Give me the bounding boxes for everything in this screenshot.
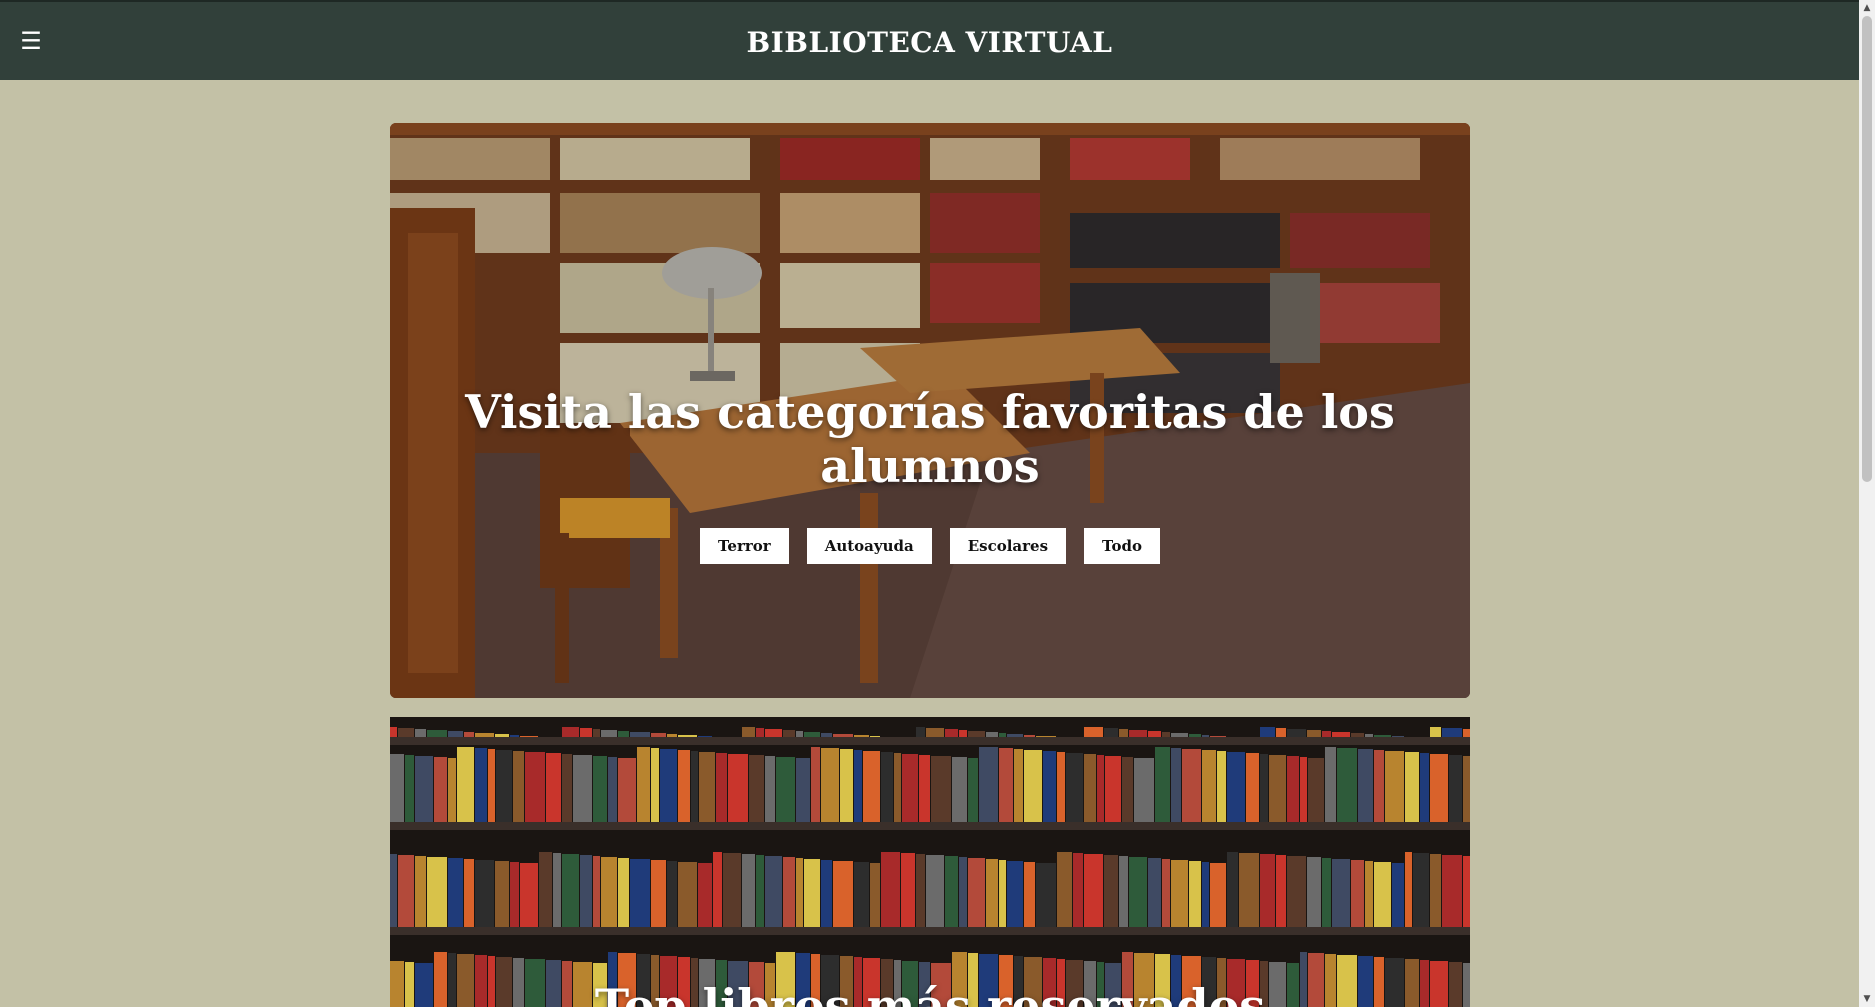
category-buttons: Terror Autoayuda Escolares Todo [390, 528, 1470, 564]
top-books-banner: Top libros más reservados [390, 717, 1470, 1007]
category-button-todo[interactable]: Todo [1084, 528, 1160, 564]
category-button-escolares[interactable]: Escolares [949, 528, 1067, 564]
hero-banner: Visita las categorías favoritas de los a… [390, 123, 1470, 698]
scroll-up-arrow-icon[interactable]: ▲ [1859, 0, 1875, 16]
vertical-scrollbar[interactable]: ▲ ▼ [1859, 0, 1875, 1007]
site-title: BIBLIOTECA VIRTUAL [746, 26, 1113, 59]
category-button-terror[interactable]: Terror [699, 528, 789, 564]
scroll-down-arrow-icon[interactable]: ▼ [1859, 991, 1875, 1007]
scrollbar-thumb[interactable] [1862, 16, 1872, 482]
top-books-title: Top libros más reservados [594, 979, 1266, 1007]
top-navigation-bar: ☰ BIBLIOTECA VIRTUAL [0, 0, 1859, 80]
bookshelf-image [390, 717, 1470, 1007]
hero-title: Visita las categorías favoritas de los a… [465, 385, 1395, 493]
category-button-autoayuda[interactable]: Autoayuda [806, 528, 932, 564]
